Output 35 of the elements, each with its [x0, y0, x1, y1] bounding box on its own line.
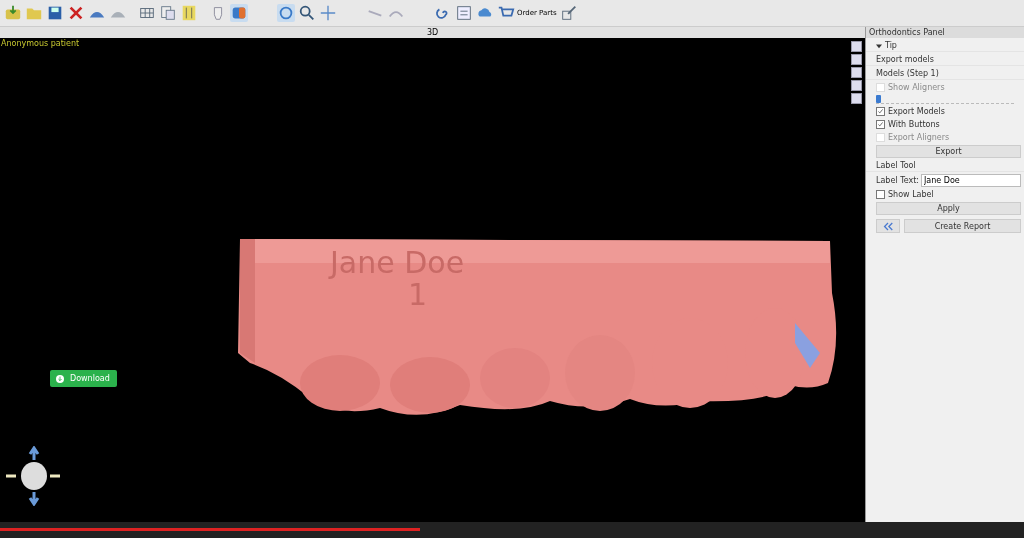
- section-title: Export models: [866, 54, 1024, 66]
- checkbox[interactable]: With Buttons: [866, 119, 1024, 130]
- close-icon[interactable]: [67, 4, 85, 22]
- patient-name: Anonymous patient: [1, 39, 80, 48]
- export-button[interactable]: Export: [876, 145, 1021, 158]
- export-icon[interactable]: [559, 4, 578, 22]
- layers-icon[interactable]: [159, 4, 177, 22]
- video-progress-bar[interactable]: [0, 522, 1024, 538]
- double-chevron-icon: [882, 221, 894, 231]
- expand-arrow-icon: [876, 42, 882, 49]
- panel-title: Orthodontics Panel: [869, 28, 945, 37]
- save-icon[interactable]: [46, 4, 64, 22]
- tip-toggle[interactable]: Tip: [866, 40, 1024, 52]
- view-button[interactable]: [851, 41, 862, 52]
- slider-thumb[interactable]: [876, 95, 881, 103]
- download-icon: [56, 374, 64, 383]
- label-text-field[interactable]: Jane Doe: [921, 174, 1021, 187]
- color-model-icon[interactable]: [230, 4, 248, 22]
- checkbox[interactable]: Export Models: [866, 106, 1024, 117]
- step-slider[interactable]: [876, 95, 1014, 104]
- step-label: Models (Step 1): [866, 68, 1024, 80]
- sliders-icon[interactable]: [180, 4, 198, 22]
- apply-button[interactable]: Apply: [876, 202, 1021, 215]
- view-button[interactable]: [851, 80, 862, 91]
- view-button[interactable]: [851, 67, 862, 78]
- import-icon[interactable]: [4, 4, 22, 22]
- view-button[interactable]: [851, 54, 862, 65]
- view-title: 3D: [426, 28, 439, 37]
- search-icon[interactable]: [298, 4, 316, 22]
- checkbox[interactable]: Show Label: [866, 189, 1024, 200]
- view-button[interactable]: [851, 93, 862, 104]
- back-button[interactable]: [876, 219, 900, 233]
- label-text-label: Label Text:: [876, 176, 919, 185]
- label-tool-title: Label Tool: [866, 160, 1024, 172]
- create-report-button[interactable]: Create Report: [904, 219, 1021, 233]
